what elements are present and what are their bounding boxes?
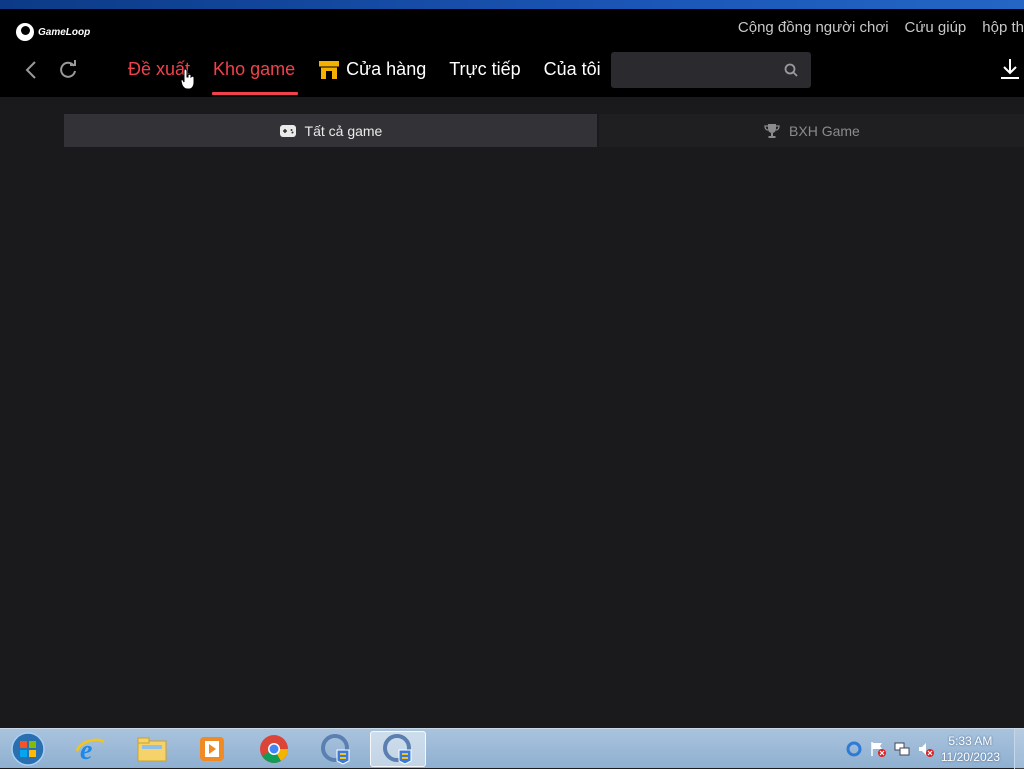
folder-icon <box>137 737 167 762</box>
logo-text: GameLoop <box>38 26 91 38</box>
windows-taskbar: e 5:33 AM 11/20/2023 <box>0 728 1024 769</box>
gameloop-installer-icon <box>321 734 350 765</box>
search-icon[interactable] <box>783 62 799 83</box>
media-player-icon <box>200 737 224 761</box>
gamepad-icon <box>279 124 296 137</box>
start-button[interactable] <box>0 731 56 767</box>
taskbar-gameloop-installer[interactable] <box>308 731 364 767</box>
gameloop-logo[interactable]: GameLoop <box>16 23 90 41</box>
refresh-icon <box>60 60 76 78</box>
subtab-game-ranking-label: BXH Game <box>789 122 860 139</box>
content-area <box>0 150 1024 728</box>
tab-live[interactable]: Trực tiếp <box>449 59 520 80</box>
top-links: Cộng đồng người chơi Cứu giúp hộp th <box>738 19 1024 36</box>
trophy-icon <box>764 123 780 138</box>
chrome-icon <box>260 735 288 763</box>
internet-explorer-icon: e <box>75 735 105 765</box>
search-box[interactable] <box>611 52 811 88</box>
download-button[interactable] <box>1000 57 1020 86</box>
tab-live-label: Trực tiếp <box>449 59 521 79</box>
store-icon <box>319 60 340 79</box>
taskbar-file-explorer[interactable] <box>124 731 180 767</box>
tab-mine[interactable]: Của tôi <box>544 59 601 80</box>
gameloop-app-icon <box>383 734 412 765</box>
window-top-strip <box>0 0 1024 9</box>
subtab-game-ranking[interactable]: BXH Game <box>598 114 1024 147</box>
tab-game-library-label: Kho game <box>213 59 296 79</box>
gameloop-logo-icon <box>16 23 34 41</box>
taskbar-media-player[interactable] <box>184 731 240 767</box>
subtab-all-games[interactable]: Tất cả game <box>64 114 597 147</box>
taskbar-clock[interactable]: 5:33 AM 11/20/2023 <box>941 733 1000 765</box>
refresh-button[interactable] <box>57 59 79 81</box>
tab-game-library[interactable]: Kho game <box>212 59 299 95</box>
taskbar-gameloop[interactable] <box>370 731 426 767</box>
show-desktop-button[interactable] <box>1014 729 1024 769</box>
community-link[interactable]: Cộng đồng người chơi <box>738 19 889 36</box>
download-icon <box>1001 59 1019 79</box>
chevron-left-icon <box>25 61 36 79</box>
network-icon[interactable] <box>893 740 911 758</box>
gameloop-tray-icon[interactable] <box>845 740 863 758</box>
tab-mine-label: Của tôi <box>543 59 601 79</box>
system-tray: 5:33 AM 11/20/2023 <box>845 729 1024 769</box>
subtab-all-games-label: Tất cả game <box>304 122 383 139</box>
volume-muted-icon[interactable] <box>917 740 935 758</box>
app-header: GameLoop Cộng đồng người chơi Cứu giúp h… <box>0 9 1024 97</box>
taskbar-internet-explorer[interactable]: e <box>62 731 118 767</box>
windows-start-icon <box>11 732 45 766</box>
action-center-flag-icon[interactable] <box>869 740 887 758</box>
tab-store[interactable]: Cửa hàng <box>318 59 426 80</box>
main-tabs: Đề xuất Kho game Cửa hàng Trực tiếp Của … <box>128 59 624 95</box>
hand-cursor-icon <box>180 68 195 90</box>
back-button[interactable] <box>20 59 42 81</box>
inbox-link[interactable]: hộp th <box>982 19 1024 36</box>
clock-date: 11/20/2023 <box>940 750 1000 764</box>
library-subtabs: Tất cả game BXH Game <box>64 114 1024 147</box>
clock-time: 5:33 AM <box>948 734 993 748</box>
tab-store-label: Cửa hàng <box>346 59 427 79</box>
help-link[interactable]: Cứu giúp <box>905 19 967 36</box>
taskbar-chrome[interactable] <box>246 731 302 767</box>
